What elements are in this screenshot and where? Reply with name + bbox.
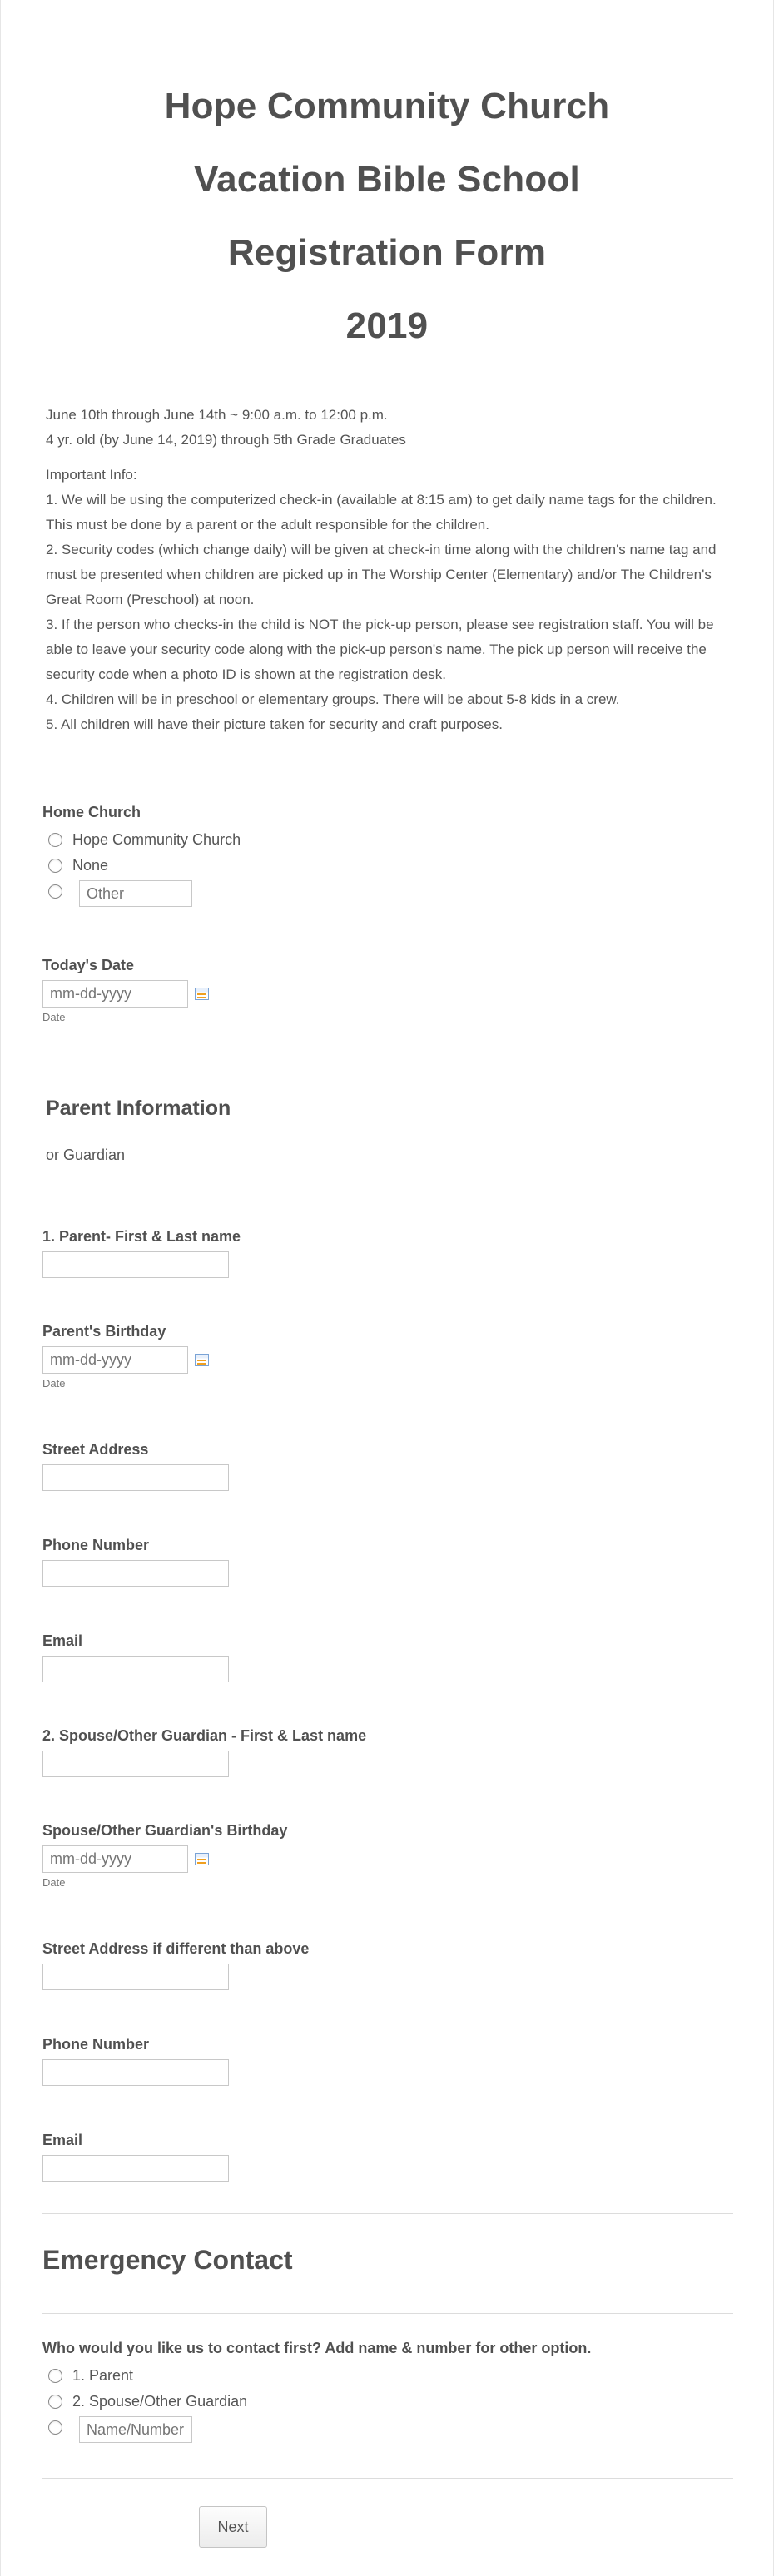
other-church-input[interactable] xyxy=(79,880,192,907)
phone-number-2-field: Phone Number xyxy=(42,2034,733,2086)
calendar-icon[interactable] xyxy=(195,1853,209,1865)
parent-birthday-field: Parent's Birthday Date xyxy=(42,1321,733,1390)
age-range: 4 yr. old (by June 14, 2019) through 5th… xyxy=(46,432,406,448)
info-item: 2. Security codes (which change daily) w… xyxy=(46,542,717,607)
church-title: Hope Community Church xyxy=(164,86,610,126)
intro-text: June 10th through June 14th ~ 9:00 a.m. … xyxy=(46,403,737,737)
street-address-2-field: Street Address if different than above xyxy=(42,1939,733,1990)
radio-button[interactable] xyxy=(48,884,62,899)
emergency-question-label: Who would you like us to contact first? … xyxy=(42,2340,592,2356)
spouse-birthday-field: Spouse/Other Guardian's Birthday Date xyxy=(42,1821,733,1889)
email-field: Email xyxy=(42,1631,733,1682)
year-title: 2019 xyxy=(345,305,429,346)
radio-button[interactable] xyxy=(48,2420,62,2435)
spouse-name-input[interactable] xyxy=(42,1751,229,1777)
home-church-field: Home Church Hope Community Church None xyxy=(42,802,733,909)
date-sublabel: Date xyxy=(42,1876,66,1889)
spouse-birthday-input[interactable] xyxy=(42,1845,188,1873)
parent-name-field: 1. Parent- First & Last name xyxy=(42,1226,733,1278)
info-item: 1. We will be using the computerized che… xyxy=(46,492,717,533)
street-address-2-input[interactable] xyxy=(42,1964,229,1990)
divider xyxy=(42,2478,733,2479)
option-label: 1. Parent xyxy=(72,2367,134,2384)
event-title: Vacation Bible School xyxy=(194,159,580,200)
event-dates: June 10th through June 14th ~ 9:00 a.m. … xyxy=(46,407,388,423)
spouse-name-field: 2. Spouse/Other Guardian - First & Last … xyxy=(42,1726,733,1777)
phone-number-2-input[interactable] xyxy=(42,2059,229,2086)
parent-birthday-label: Parent's Birthday xyxy=(42,1323,166,1340)
street-address-2-label: Street Address if different than above xyxy=(42,1940,310,1957)
form-header: Hope Community Church Vacation Bible Sch… xyxy=(1,0,773,363)
radio-button[interactable] xyxy=(48,859,62,873)
option-label: Hope Community Church xyxy=(72,831,241,848)
todays-date-label: Today's Date xyxy=(42,957,134,973)
emergency-option[interactable]: 2. Spouse/Other Guardian xyxy=(42,2389,733,2415)
street-address-label: Street Address xyxy=(42,1441,149,1458)
todays-date-input[interactable] xyxy=(42,980,188,1008)
info-item: 3. If the person who checks-in the child… xyxy=(46,617,714,682)
home-church-other-option[interactable] xyxy=(42,879,733,909)
radio-button[interactable] xyxy=(48,2395,62,2409)
parent-name-label: 1. Parent- First & Last name xyxy=(42,1228,241,1245)
phone-number-label: Phone Number xyxy=(42,1537,150,1553)
phone-number-input[interactable] xyxy=(42,1560,229,1587)
name-number-input[interactable] xyxy=(79,2416,192,2443)
calendar-icon[interactable] xyxy=(195,988,209,1000)
email-label: Email xyxy=(42,1632,83,1649)
emergency-other-option[interactable] xyxy=(42,2415,733,2445)
street-address-input[interactable] xyxy=(42,1464,229,1491)
option-label: 2. Spouse/Other Guardian xyxy=(72,2393,248,2410)
email-input[interactable] xyxy=(42,1656,229,1682)
info-item: 4. Children will be in preschool or elem… xyxy=(46,691,620,707)
street-address-field: Street Address xyxy=(42,1439,733,1491)
date-sublabel: Date xyxy=(42,1377,66,1390)
important-info-heading: Important Info: xyxy=(46,467,137,483)
spouse-name-label: 2. Spouse/Other Guardian - First & Last … xyxy=(42,1727,367,1744)
home-church-option[interactable]: Hope Community Church xyxy=(42,827,733,853)
divider xyxy=(42,2213,733,2214)
info-item: 5. All children will have their picture … xyxy=(46,716,503,732)
todays-date-field: Today's Date Date xyxy=(42,955,733,1023)
home-church-label: Home Church xyxy=(42,804,141,820)
radio-button[interactable] xyxy=(48,833,62,847)
home-church-option[interactable]: None xyxy=(42,853,733,879)
emergency-option[interactable]: 1. Parent xyxy=(42,2363,733,2389)
form-title: Registration Form xyxy=(227,232,547,273)
emergency-contact-title: Emergency Contact xyxy=(42,2245,293,2275)
spouse-birthday-label: Spouse/Other Guardian's Birthday xyxy=(42,1822,288,1839)
phone-number-2-label: Phone Number xyxy=(42,2036,150,2053)
next-button[interactable]: Next xyxy=(199,2506,267,2548)
parent-section-subtitle: or Guardian xyxy=(46,1147,126,1163)
email-2-label: Email xyxy=(42,2132,83,2148)
form-page: Hope Community Church Vacation Bible Sch… xyxy=(0,0,774,2576)
radio-button[interactable] xyxy=(48,2369,62,2383)
date-sublabel: Date xyxy=(42,1011,66,1023)
calendar-icon[interactable] xyxy=(195,1354,209,1366)
phone-number-field: Phone Number xyxy=(42,1535,733,1587)
parent-section-title: Parent Information xyxy=(46,1097,231,1120)
parent-name-input[interactable] xyxy=(42,1251,229,1278)
emergency-contact-field: Who would you like us to contact first? … xyxy=(42,2338,733,2445)
divider xyxy=(42,2313,733,2314)
email-2-field: Email xyxy=(42,2130,733,2182)
option-label: None xyxy=(72,857,109,874)
parent-birthday-input[interactable] xyxy=(42,1346,188,1374)
email-2-input[interactable] xyxy=(42,2155,229,2182)
